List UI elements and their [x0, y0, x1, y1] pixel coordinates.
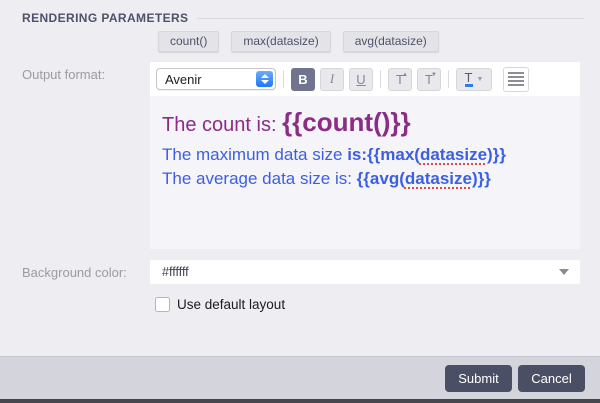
background-color-combobox[interactable]: [150, 260, 580, 284]
increase-font-size-button[interactable]: T ▲: [388, 68, 412, 91]
font-family-value: Avenir: [157, 72, 202, 87]
justify-button[interactable]: [503, 67, 529, 92]
editor-line-max: The maximum data size is:{{max(datasize)…: [162, 143, 568, 167]
max-token-word: datasize: [420, 145, 487, 164]
token-chips-row: count() max(datasize) avg(datasize): [158, 31, 439, 52]
dropdown-caret-icon[interactable]: [559, 269, 569, 275]
rich-text-editor: Avenir B I U T ▲ T ▼ T ▼: [150, 62, 580, 249]
section-header: RENDERING PARAMETERS: [22, 11, 584, 25]
editor-content-area[interactable]: The count is: {{count()}} The maximum da…: [150, 96, 580, 249]
max-token-close: )}}: [487, 145, 506, 164]
toolbar-separator: [448, 70, 449, 88]
submit-button[interactable]: Submit: [445, 365, 512, 392]
avg-text: The average data size is:: [162, 169, 357, 188]
use-default-layout-checkbox[interactable]: [155, 297, 170, 312]
editor-line-count: The count is: {{count()}}: [162, 107, 568, 138]
caret-up-icon: ▲: [402, 72, 408, 78]
header-divider: [197, 18, 584, 19]
avg-token-open: {{avg(: [357, 169, 405, 188]
use-default-layout-label: Use default layout: [177, 297, 285, 312]
output-format-label: Output format:: [22, 67, 105, 82]
token-chip-avg-datasize[interactable]: avg(datasize): [343, 31, 439, 52]
max-text: The maximum data size: [162, 145, 347, 164]
select-stepper-icon: [256, 71, 273, 87]
editor-toolbar: Avenir B I U T ▲ T ▼ T ▼: [150, 62, 580, 96]
token-chip-count[interactable]: count(): [158, 31, 219, 52]
avg-token-word: datasize: [405, 169, 472, 188]
avg-token-close: )}}: [472, 169, 491, 188]
italic-button[interactable]: I: [320, 68, 344, 91]
window-bottom-edge: [0, 399, 600, 403]
text-color-glyph: T: [465, 71, 473, 87]
cancel-button[interactable]: Cancel: [518, 365, 585, 392]
font-family-select[interactable]: Avenir: [156, 68, 276, 90]
footer-bar: Submit Cancel: [0, 356, 600, 399]
chevron-down-icon: [261, 80, 269, 84]
underline-button[interactable]: U: [349, 68, 373, 91]
caret-down-icon: ▼: [431, 72, 437, 78]
background-color-label: Background color:: [22, 265, 127, 280]
text-color-button[interactable]: T ▼: [456, 68, 492, 91]
decrease-font-size-button[interactable]: T ▼: [417, 68, 441, 91]
justify-lines-icon: [508, 72, 524, 86]
bold-button[interactable]: B: [291, 68, 315, 91]
default-layout-row: Use default layout: [155, 297, 285, 312]
toolbar-separator: [380, 70, 381, 88]
token-chip-max-datasize[interactable]: max(datasize): [231, 31, 330, 52]
toolbar-separator: [283, 70, 284, 88]
background-color-input[interactable]: [150, 260, 559, 284]
chevron-up-icon: [261, 74, 269, 78]
max-token-open: is:{{max(: [347, 145, 420, 164]
count-token: {{count()}}: [282, 107, 411, 137]
editor-line-avg: The average data size is: {{avg(datasize…: [162, 167, 568, 191]
rendering-parameters-panel: RENDERING PARAMETERS count() max(datasiz…: [0, 0, 600, 403]
section-title: RENDERING PARAMETERS: [22, 11, 188, 25]
caret-down-icon: ▼: [477, 76, 484, 83]
count-text: The count is:: [162, 114, 282, 136]
